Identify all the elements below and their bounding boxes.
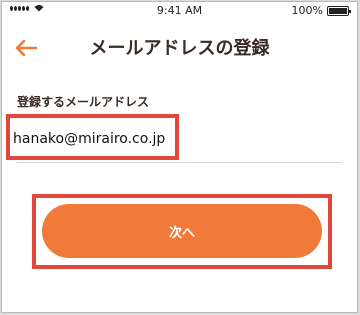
- navigation-bar: メールアドレスの登録: [2, 22, 357, 72]
- battery-percent: 100%: [291, 4, 323, 17]
- battery-status: 100%: [291, 4, 351, 17]
- email-field[interactable]: [13, 121, 343, 157]
- email-field-underline: [17, 162, 342, 163]
- status-bar: 9:41 AM 100%: [2, 2, 357, 20]
- email-field-label: 登録するメールアドレス: [17, 95, 150, 109]
- phone-screen: 9:41 AM 100% メールアドレスの登録 登録するメールアドレス 次へ: [1, 1, 358, 313]
- page-title: メールアドレスの登録: [89, 38, 270, 59]
- battery-icon: [327, 5, 351, 16]
- next-button[interactable]: 次へ: [42, 204, 322, 258]
